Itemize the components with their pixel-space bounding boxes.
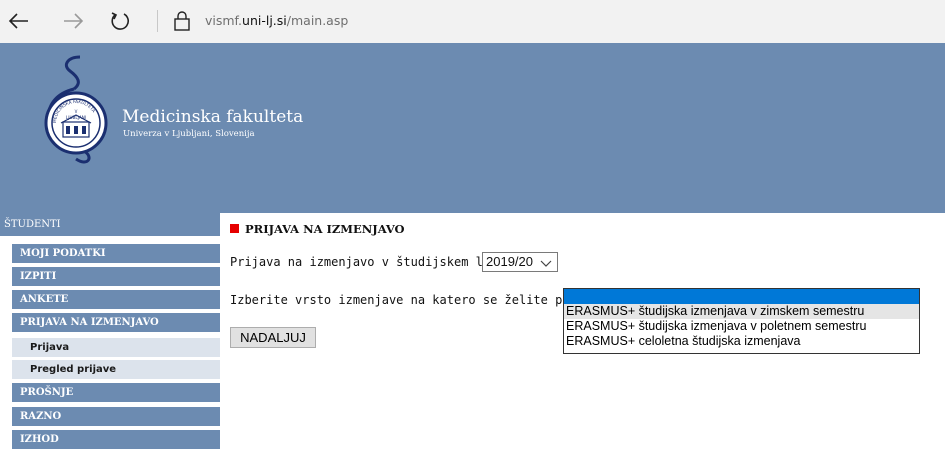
- section-title-text: PRIJAVA NA IZMENJAVO: [245, 222, 405, 236]
- chevron-down-icon: [540, 256, 552, 274]
- exchange-type-list[interactable]: ERASMUS+ študijska izmenjava v zimskem s…: [563, 288, 920, 354]
- year-select-value: 2019/20: [486, 254, 533, 269]
- main-content: PRIJAVA NA IZMENJAVO Prijava na izmenjav…: [220, 213, 945, 452]
- list-option-empty-selected[interactable]: [564, 289, 919, 304]
- url-host: uni-lj.si: [242, 13, 287, 28]
- svg-text:V: V: [75, 109, 78, 114]
- sidebar-item-izpiti[interactable]: IZPITI: [12, 267, 220, 286]
- continue-button[interactable]: NADALJUJ: [230, 327, 316, 348]
- address-bar[interactable]: vismf.uni-lj.si/main.asp: [205, 13, 348, 28]
- sidebar-item-izhod[interactable]: IZHOD: [12, 430, 220, 449]
- faculty-subtitle: Univerza v Ljubljani, Slovenija: [123, 129, 255, 139]
- sidebar-item-prijava-na-izmenjavo[interactable]: PRIJAVA NA IZMENJAVO: [12, 313, 220, 332]
- sidebar-subitem-prijava[interactable]: Prijava: [12, 338, 220, 357]
- lock-icon[interactable]: [169, 8, 195, 34]
- browser-toolbar: vismf.uni-lj.si/main.asp: [0, 0, 945, 43]
- back-arrow-icon[interactable]: [6, 8, 32, 34]
- sidebar-item-razno[interactable]: RAZNO: [12, 407, 220, 426]
- faculty-logo: MEDICINSKA FAKULTETA V LJUBLJANI: [28, 53, 124, 177]
- url-prefix: vismf.: [205, 13, 243, 28]
- sidebar-item-moji-podatki[interactable]: MOJI PODATKI: [12, 244, 220, 263]
- section-title: PRIJAVA NA IZMENJAVO: [230, 222, 405, 236]
- list-option-full-year[interactable]: ERASMUS+ celoletna študijska izmenjava: [564, 334, 919, 349]
- toolbar-divider: [157, 10, 158, 32]
- sidebar-item-ankete[interactable]: ANKETE: [12, 290, 220, 309]
- sidebar-item-prosnje[interactable]: PROŠNJE: [12, 383, 220, 402]
- list-option-summer[interactable]: ERASMUS+ študijska izmenjava v poletnem …: [564, 319, 919, 334]
- list-option-winter[interactable]: ERASMUS+ študijska izmenjava v zimskem s…: [564, 304, 919, 319]
- refresh-icon[interactable]: [107, 8, 133, 34]
- red-square-icon: [230, 224, 239, 233]
- faculty-name: Medicinska fakulteta: [122, 107, 304, 127]
- year-label: Prijava na izmenjavo v študijskem letu:: [230, 255, 512, 269]
- forward-arrow-icon[interactable]: [60, 8, 86, 34]
- sidebar-subitem-pregled-prijave[interactable]: Pregled prijave: [12, 360, 220, 379]
- year-select[interactable]: 2019/20: [482, 252, 558, 272]
- url-path: /main.asp: [286, 13, 349, 28]
- site-header: MEDICINSKA FAKULTETA V LJUBLJANI Medicin…: [0, 43, 945, 213]
- sidebar-title: ŠTUDENTI: [0, 213, 220, 236]
- sidebar: ŠTUDENTI MOJI PODATKI IZPITI ANKETE PRIJ…: [0, 213, 220, 452]
